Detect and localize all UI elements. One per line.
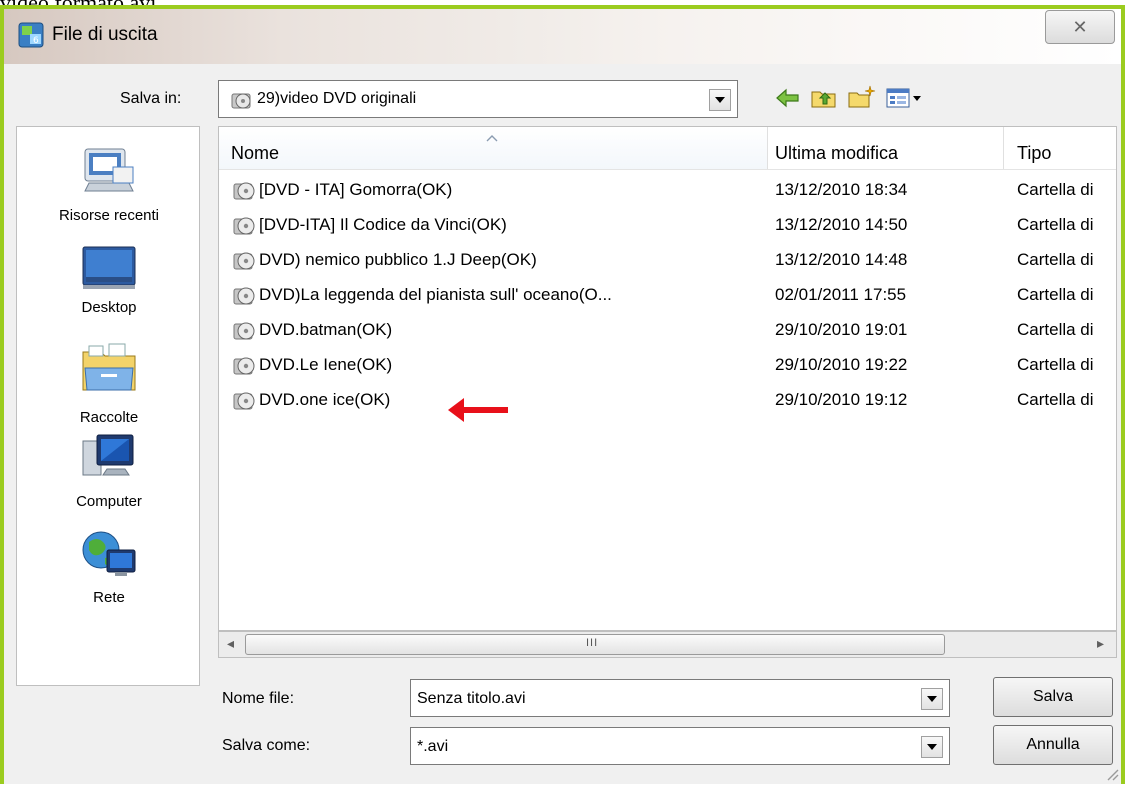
filename-input[interactable]: Senza titolo.avi (410, 679, 950, 717)
computer-icon (81, 431, 137, 483)
file-modified: 13/12/2010 14:50 (775, 215, 908, 234)
chevron-down-icon (927, 744, 937, 750)
sidebar-item-recent-places[interactable]: Risorse recenti (17, 137, 201, 229)
sidebar-item-label: Risorse recenti (58, 207, 160, 224)
disc-folder-icon (233, 179, 257, 206)
chevron-down-icon (927, 696, 937, 702)
file-modified: 29/10/2010 19:12 (775, 390, 908, 409)
network-icon (79, 528, 139, 580)
disc-folder-icon (233, 214, 257, 241)
column-header-row: Nome Ultima modifica Tipo (219, 127, 1116, 170)
file-type: Cartella di (1017, 320, 1094, 339)
sidebar-item-label: Raccolte (79, 409, 139, 426)
filename-value: Senza titolo.avi (417, 690, 526, 707)
close-button[interactable]: ✕ (1045, 10, 1115, 44)
save-in-combobox[interactable]: 29)video DVD originali (218, 80, 738, 118)
save-button[interactable]: Salva (993, 677, 1113, 717)
sidebar-item-label: Rete (93, 589, 125, 606)
sort-ascending-icon (486, 129, 498, 147)
scroll-thumb[interactable]: III (245, 634, 945, 655)
savetype-label: Salva come: (222, 737, 311, 754)
title-bar[interactable] (4, 9, 1121, 64)
svg-text:6: 6 (33, 36, 39, 46)
disc-folder-icon (233, 354, 257, 381)
scroll-left-button[interactable]: ◂ (227, 635, 234, 652)
file-type: Cartella di (1017, 285, 1094, 304)
sidebar-item-label: Desktop (81, 299, 137, 316)
places-sidebar: Risorse recenti Desktop Raccolte Compute… (16, 126, 200, 686)
file-name: DVD) nemico pubblico 1.J Deep(OK) (259, 250, 537, 269)
disc-folder-icon (233, 389, 257, 416)
disc-folder-icon (233, 284, 257, 311)
libraries-icon (81, 342, 137, 394)
recent-places-icon (81, 143, 137, 195)
file-name: DVD.one ice(OK) (259, 390, 391, 409)
file-modified: 29/10/2010 19:01 (775, 320, 908, 339)
resize-grip-icon[interactable] (1103, 765, 1119, 781)
save-in-dropdown-button[interactable] (709, 89, 731, 111)
table-row[interactable]: DVD)La leggenda del pianista sull' ocean… (219, 280, 1116, 310)
table-row[interactable]: DVD.Le Iene(OK) 29/10/2010 19:22 Cartella … (219, 350, 1116, 380)
sidebar-item-computer[interactable]: Computer (17, 427, 201, 517)
cancel-button[interactable]: Annulla (993, 725, 1113, 765)
sidebar-item-desktop[interactable]: Desktop (17, 237, 201, 327)
table-row[interactable]: [DVD - ITA] Gomorra(OK) 13/12/2010 18:34 C… (219, 175, 1116, 205)
scroll-grip-icon: III (586, 637, 599, 649)
column-header-label: Ultima modifica (775, 143, 899, 163)
horizontal-scrollbar[interactable]: ◂ III ▸ (218, 631, 1117, 658)
file-type: Cartella di (1017, 180, 1094, 199)
disc-folder-icon (231, 90, 253, 110)
desktop-icon (81, 243, 137, 293)
column-header-type[interactable]: Tipo (1003, 127, 1116, 169)
column-header-label: Tipo (1017, 143, 1052, 163)
table-row[interactable]: DVD.batman(OK) 29/10/2010 19:01 Cartella d… (219, 315, 1116, 345)
file-modified: 13/12/2010 18:34 (775, 180, 908, 199)
new-folder-icon[interactable] (847, 84, 877, 110)
app-icon: 6 (18, 22, 44, 48)
file-type: Cartella di (1017, 355, 1094, 374)
file-modified: 29/10/2010 19:22 (775, 355, 908, 374)
file-name: DVD)La leggenda del pianista sull' ocean… (259, 285, 612, 304)
file-name: [DVD-ITA] Il Codice da Vinci(OK) (259, 215, 507, 234)
savetype-dropdown-button[interactable] (921, 736, 943, 758)
file-name: DVD.batman(OK) (259, 320, 393, 339)
table-row[interactable]: [DVD-ITA] Il Codice da Vinci(OK) 13/12/20… (219, 210, 1116, 240)
filename-dropdown-button[interactable] (921, 688, 943, 710)
sidebar-item-label: Computer (76, 493, 142, 510)
disc-folder-icon (233, 319, 257, 346)
file-list[interactable]: Nome Ultima modifica Tipo [DVD - ITA] Go… (218, 126, 1117, 631)
view-menu-icon[interactable] (885, 86, 923, 110)
file-modified: 02/01/2011 17:55 (775, 285, 907, 304)
annotation-arrow-icon (446, 395, 510, 425)
close-icon: ✕ (1072, 16, 1088, 37)
file-type: Cartella di (1017, 250, 1094, 269)
table-row[interactable]: DVD) nemico pubblico 1.J Deep(OK) 13/12/2… (219, 245, 1116, 275)
save-in-value: 29)video DVD originali (257, 90, 417, 107)
save-in-label: Salva in: (120, 90, 182, 107)
up-folder-icon[interactable] (810, 86, 838, 110)
back-arrow-icon[interactable] (775, 86, 801, 110)
file-type: Cartella di (1017, 390, 1094, 409)
disc-folder-icon (233, 249, 257, 276)
column-header-name[interactable]: Nome (219, 127, 768, 169)
column-header-label: Nome (231, 143, 280, 163)
file-name: [DVD - ITA] Gomorra(OK) (259, 180, 453, 199)
sidebar-item-network[interactable]: Rete (17, 522, 201, 622)
savetype-value: *.avi (417, 738, 449, 755)
table-row[interactable]: DVD.one ice(OK) 29/10/2010 19:12 Cartella … (219, 385, 1116, 415)
savetype-combobox[interactable]: *.avi (410, 727, 950, 765)
window-title: File di uscita (52, 24, 158, 45)
filename-label: Nome file: (222, 690, 295, 707)
chevron-down-icon (715, 97, 725, 103)
file-type: Cartella di (1017, 215, 1094, 234)
column-header-modified[interactable]: Ultima modifica (767, 127, 1004, 169)
file-modified: 13/12/2010 14:48 (775, 250, 908, 269)
scroll-right-button[interactable]: ▸ (1097, 635, 1104, 652)
file-name: DVD.Le Iene(OK) (259, 355, 393, 374)
